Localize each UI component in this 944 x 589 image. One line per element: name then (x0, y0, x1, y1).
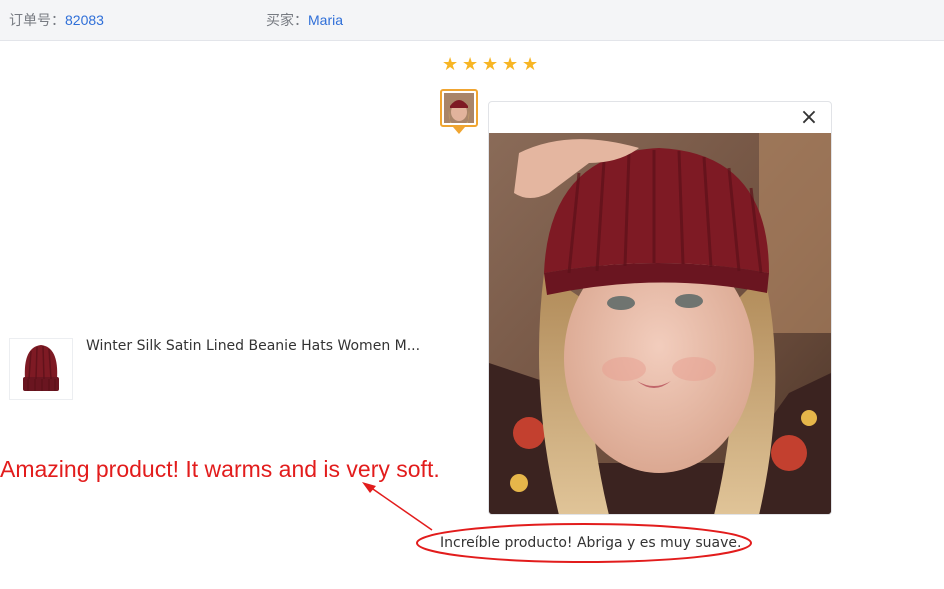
review-photo (489, 133, 831, 514)
product-title[interactable]: Winter Silk Satin Lined Beanie Hats Wome… (86, 338, 420, 354)
star-icon: ★ (502, 54, 519, 74)
buyer-label: 买家： (266, 13, 308, 29)
review-photo-thumbnail[interactable] (440, 89, 478, 127)
star-icon: ★ (442, 54, 459, 74)
annotation-arrow-line (369, 486, 433, 531)
star-icon: ★ (462, 54, 479, 74)
order-number: 订单号：82083 (9, 10, 104, 30)
beanie-image (23, 345, 59, 391)
close-icon[interactable]: × (799, 107, 819, 129)
star-icon: ★ (482, 54, 499, 74)
product-image[interactable] (9, 338, 73, 400)
translation-annotation: Amazing product! It warms and is very so… (0, 456, 440, 482)
buyer-info: 买家：Maria (266, 10, 343, 30)
review-text: Increíble producto! Abriga y es muy suav… (440, 535, 742, 551)
buyer-name[interactable]: Maria (308, 12, 343, 28)
thumbnail-image (444, 93, 474, 123)
order-header-bar: 订单号：82083 买家：Maria (0, 0, 944, 41)
photo-preview-panel: × (488, 101, 832, 515)
arrow-head-icon (362, 482, 376, 493)
rating-stars: ★ ★ ★ ★ ★ (442, 54, 539, 74)
thumbnail-pointer (453, 127, 465, 134)
star-icon: ★ (522, 54, 539, 74)
order-number-value[interactable]: 82083 (65, 12, 104, 28)
order-number-label: 订单号： (9, 13, 65, 29)
